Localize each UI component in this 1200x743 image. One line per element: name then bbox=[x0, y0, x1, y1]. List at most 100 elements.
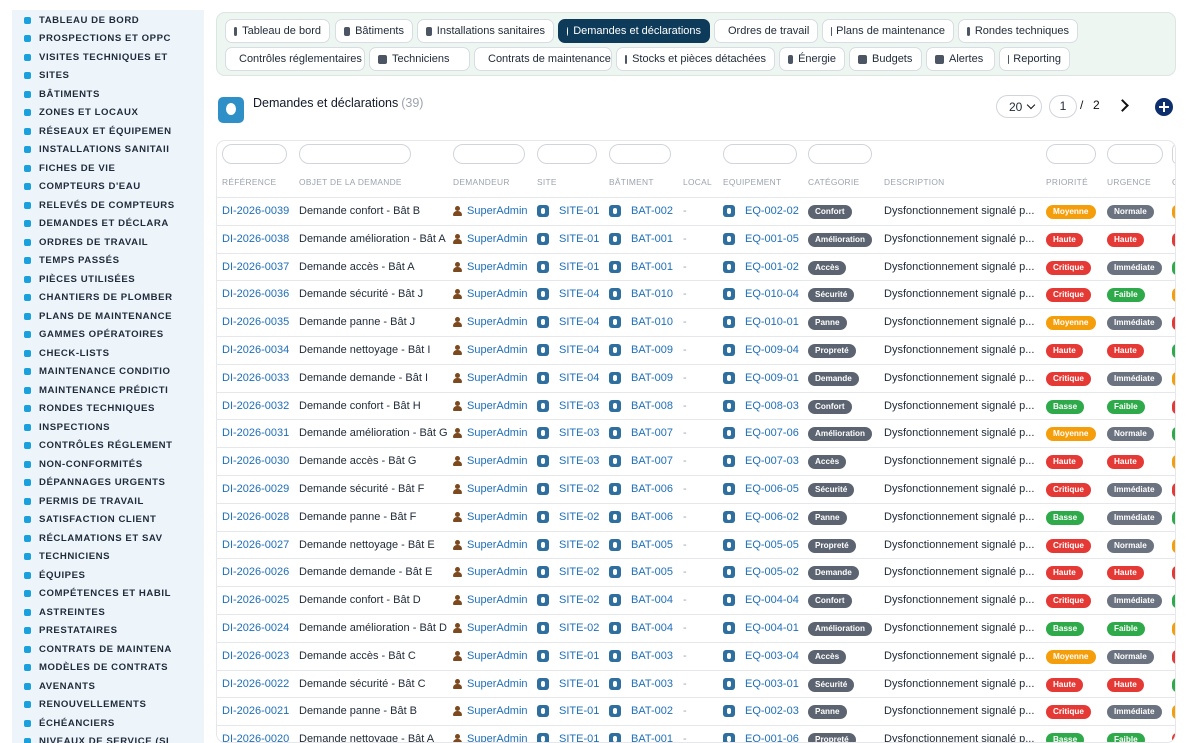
reference-link[interactable]: DI-2026-0031 bbox=[222, 427, 289, 439]
requester-link[interactable]: SuperAdmin bbox=[467, 261, 528, 273]
requester-link[interactable]: SuperAdmin bbox=[467, 622, 528, 634]
sidebar-item[interactable]: INSTALLATIONS SANITAII bbox=[22, 142, 204, 158]
sidebar-item[interactable]: ASTREINTES bbox=[22, 604, 204, 620]
table-row[interactable]: DI-2026-0021 Demande panne - Bât B SuperAd… bbox=[217, 697, 1175, 725]
sidebar-item[interactable]: MAINTENANCE PRÉDICTI bbox=[22, 382, 204, 398]
add-plus-circle-icon[interactable] bbox=[1155, 98, 1173, 116]
reference-link[interactable]: DI-2026-0036 bbox=[222, 288, 289, 300]
tab-11[interactable]: Énergie bbox=[779, 47, 845, 71]
reference-link[interactable]: DI-2026-0038 bbox=[222, 233, 289, 245]
column-header[interactable]: SITE bbox=[537, 177, 557, 187]
tab-10[interactable]: Stocks et pièces détachées bbox=[616, 47, 775, 71]
requester-link[interactable]: SuperAdmin bbox=[467, 455, 528, 467]
column-header[interactable]: LOCAL bbox=[683, 177, 712, 187]
building-link[interactable]: BAT-005 bbox=[631, 566, 673, 578]
equipment-link[interactable]: EQ-010-04 bbox=[745, 288, 799, 300]
reference-link[interactable]: DI-2026-0027 bbox=[222, 539, 289, 551]
building-link[interactable]: BAT-003 bbox=[631, 650, 673, 662]
table-row[interactable]: DI-2026-0028 Demande panne - Bât F SuperAd… bbox=[217, 502, 1175, 531]
column-filter-input[interactable] bbox=[1107, 144, 1163, 164]
equipment-link[interactable]: EQ-010-01 bbox=[745, 316, 799, 328]
equipment-link[interactable]: EQ-007-03 bbox=[745, 455, 799, 467]
table-row[interactable]: DI-2026-0022 Demande sécurité - Bât C Supe… bbox=[217, 669, 1175, 698]
sidebar-item[interactable]: MODÈLES DE CONTRATS bbox=[22, 660, 204, 676]
column-header[interactable]: OBJET DE LA DEMANDE bbox=[299, 177, 402, 187]
column-header[interactable]: CATÉGORIE bbox=[808, 177, 859, 187]
table-row[interactable]: DI-2026-0025 Demande confort - Bât D Super… bbox=[217, 586, 1175, 614]
site-link[interactable]: SITE-03 bbox=[559, 427, 599, 439]
table-row[interactable]: DI-2026-0024 Demande amélioration - Bât D… bbox=[217, 614, 1175, 642]
column-header[interactable]: PRIORITÉ bbox=[1046, 177, 1088, 187]
sidebar-item[interactable]: GAMMES OPÉRATOIRES bbox=[22, 327, 204, 343]
sidebar-item[interactable]: PIÈCES UTILISÉES bbox=[22, 271, 204, 287]
equipment-link[interactable]: EQ-005-05 bbox=[745, 539, 799, 551]
building-link[interactable]: BAT-009 bbox=[631, 372, 673, 384]
equipment-link[interactable]: EQ-008-03 bbox=[745, 400, 799, 412]
sidebar-item[interactable]: RÉSEAUX ET ÉQUIPEMEN bbox=[22, 123, 204, 139]
requester-link[interactable]: SuperAdmin bbox=[467, 594, 528, 606]
tab-7[interactable]: Contrôles réglementaires bbox=[225, 47, 365, 71]
equipment-link[interactable]: EQ-006-02 bbox=[745, 511, 799, 523]
reference-link[interactable]: DI-2026-0026 bbox=[222, 566, 289, 578]
requester-link[interactable]: SuperAdmin bbox=[467, 372, 528, 384]
sidebar-item[interactable]: RELEVÉS DE COMPTEURS bbox=[22, 197, 204, 213]
tab-5[interactable]: Plans de maintenance bbox=[822, 19, 954, 43]
site-link[interactable]: SITE-04 bbox=[559, 372, 599, 384]
building-link[interactable]: BAT-007 bbox=[631, 427, 673, 439]
building-link[interactable]: BAT-001 bbox=[631, 261, 673, 273]
column-filter-input[interactable] bbox=[1046, 144, 1096, 164]
equipment-link[interactable]: EQ-003-04 bbox=[745, 650, 799, 662]
sidebar-item[interactable]: MAINTENANCE CONDITIO bbox=[22, 364, 204, 380]
column-header[interactable]: BÂTIMENT bbox=[609, 177, 654, 187]
sidebar-item[interactable]: RÉCLAMATIONS ET SAV bbox=[22, 530, 204, 546]
requester-link[interactable]: SuperAdmin bbox=[467, 678, 528, 690]
table-row[interactable]: DI-2026-0029 Demande sécurité - Bât F Supe… bbox=[217, 475, 1175, 503]
building-link[interactable]: BAT-010 bbox=[631, 288, 673, 300]
reference-link[interactable]: DI-2026-0024 bbox=[222, 622, 289, 634]
building-link[interactable]: BAT-004 bbox=[631, 594, 673, 606]
tab-1[interactable]: Bâtiments bbox=[335, 19, 413, 43]
column-filter-input[interactable] bbox=[1172, 144, 1175, 164]
site-link[interactable]: SITE-01 bbox=[559, 705, 599, 717]
requester-link[interactable]: SuperAdmin bbox=[467, 566, 528, 578]
site-link[interactable]: SITE-01 bbox=[559, 733, 599, 742]
requester-link[interactable]: SuperAdmin bbox=[467, 483, 528, 495]
equipment-link[interactable]: EQ-001-02 bbox=[745, 261, 799, 273]
tab-8[interactable]: Techniciens bbox=[369, 47, 470, 71]
tab-0[interactable]: Tableau de bord bbox=[225, 19, 330, 43]
site-link[interactable]: SITE-03 bbox=[559, 400, 599, 412]
sidebar-item[interactable]: ÉCHÉANCIERS bbox=[22, 715, 204, 731]
page-number-input[interactable]: 1 bbox=[1049, 95, 1077, 118]
site-link[interactable]: SITE-02 bbox=[559, 622, 599, 634]
reference-link[interactable]: DI-2026-0039 bbox=[222, 205, 289, 217]
table-row[interactable]: DI-2026-0026 Demande demande - Bât E Super… bbox=[217, 558, 1175, 586]
sidebar-item[interactable]: FICHES DE VIE bbox=[22, 160, 204, 176]
equipment-link[interactable]: EQ-004-01 bbox=[745, 622, 799, 634]
tab-13[interactable]: Alertes bbox=[926, 47, 995, 71]
sidebar-item[interactable]: NIVEAUX DE SERVICE (SL bbox=[22, 734, 204, 743]
site-link[interactable]: SITE-02 bbox=[559, 483, 599, 495]
column-header[interactable]: DEMANDEUR bbox=[453, 177, 510, 187]
requester-link[interactable]: SuperAdmin bbox=[467, 233, 528, 245]
equipment-link[interactable]: EQ-002-02 bbox=[745, 205, 799, 217]
reference-link[interactable]: DI-2026-0032 bbox=[222, 400, 289, 412]
building-link[interactable]: BAT-010 bbox=[631, 316, 673, 328]
sidebar-item[interactable]: CHECK-LISTS bbox=[22, 345, 204, 361]
table-row[interactable]: DI-2026-0030 Demande accès - Bât G SuperAd… bbox=[217, 447, 1175, 475]
building-link[interactable]: BAT-001 bbox=[631, 233, 673, 245]
sidebar-item[interactable]: SATISFACTION CLIENT bbox=[22, 512, 204, 528]
sidebar-item[interactable]: COMPÉTENCES ET HABIL bbox=[22, 586, 204, 602]
reference-link[interactable]: DI-2026-0022 bbox=[222, 678, 289, 690]
sidebar-item[interactable]: TABLEAU DE BORD bbox=[22, 12, 204, 28]
column-filter-input[interactable] bbox=[609, 144, 671, 164]
building-link[interactable]: BAT-002 bbox=[631, 705, 673, 717]
table-row[interactable]: DI-2026-0038 Demande amélioration - Bât A… bbox=[217, 224, 1175, 253]
requester-link[interactable]: SuperAdmin bbox=[467, 650, 528, 662]
site-link[interactable]: SITE-01 bbox=[559, 205, 599, 217]
building-link[interactable]: BAT-009 bbox=[631, 344, 673, 356]
building-link[interactable]: BAT-005 bbox=[631, 539, 673, 551]
column-header[interactable]: DESCRIPTION bbox=[884, 177, 945, 187]
requester-link[interactable]: SuperAdmin bbox=[467, 539, 528, 551]
requester-link[interactable]: SuperAdmin bbox=[467, 316, 528, 328]
site-link[interactable]: SITE-02 bbox=[559, 594, 599, 606]
